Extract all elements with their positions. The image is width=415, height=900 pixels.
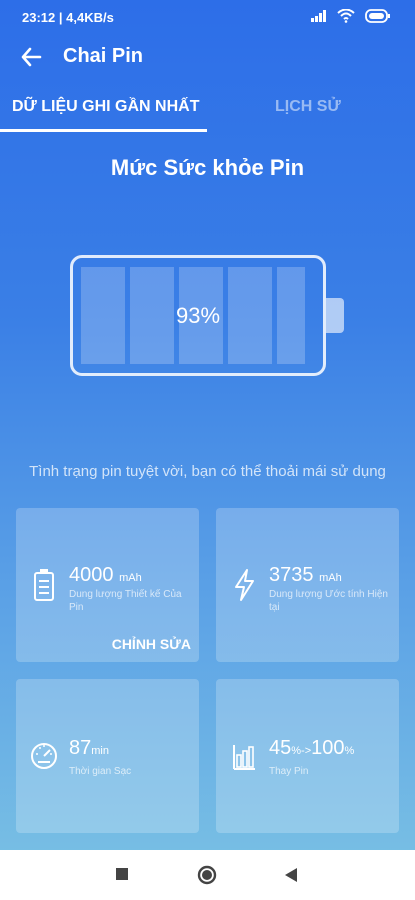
bar-chart-icon <box>233 745 255 770</box>
estimated-capacity-label: Dung lượng Ước tính Hiện tại <box>269 589 388 613</box>
status-bar: 23:12 | 4,4KB/s <box>0 0 415 36</box>
design-capacity-value: 4000 mAh <box>69 564 142 586</box>
square-nav-icon[interactable] <box>115 867 129 881</box>
battery-gauge: 93% <box>70 255 326 376</box>
lightning-icon <box>235 569 254 601</box>
tab-history[interactable]: LỊCH SỬ <box>275 98 341 116</box>
circle-nav-icon[interactable] <box>197 865 217 885</box>
battery-icon <box>34 569 54 601</box>
active-tab-indicator <box>0 129 207 132</box>
signal-icon <box>311 10 326 22</box>
charge-time-value: 87min <box>69 737 109 759</box>
app-bar: Chai Pin <box>0 38 415 78</box>
system-nav-bar <box>0 850 415 900</box>
charge-time-label: Thời gian Sạc <box>69 766 132 777</box>
estimated-capacity-card: 3735 mAh Dung lượng Ước tính Hiện tại <box>216 508 399 662</box>
estimated-capacity-value: 3735 mAh <box>269 564 342 586</box>
replace-battery-value: 45%->100% <box>269 737 355 759</box>
tab-bar: DỮ LIỆU GHI GẦN NHẤT LỊCH SỬ <box>0 90 415 132</box>
tab-recent-data[interactable]: DỮ LIỆU GHI GẦN NHẤT <box>12 98 200 116</box>
status-icons <box>311 9 391 23</box>
back-arrow-icon[interactable] <box>20 46 42 68</box>
replace-battery-card: 45%->100% Thay Pin <box>216 679 399 833</box>
status-left: 23:12 | 4,4KB/s <box>22 10 114 25</box>
edit-button[interactable]: CHỈNH SỬA <box>112 636 191 652</box>
battery-terminal <box>326 298 344 333</box>
page-title: Chai Pin <box>63 45 144 67</box>
status-time: 23:12 <box>22 10 56 25</box>
design-capacity-label: Dung lượng Thiết kế Của Pin <box>69 589 182 613</box>
health-heading: Mức Sức khỏe Pin <box>110 155 305 180</box>
triangle-back-nav-icon[interactable] <box>284 867 298 883</box>
health-message: Tình trạng pin tuyệt vời, bạn có thể tho… <box>29 463 386 480</box>
charge-time-card: 87min Thời gian Sạc <box>16 679 199 833</box>
wifi-icon <box>337 9 355 23</box>
speedometer-icon <box>31 743 57 769</box>
battery-status-icon <box>365 9 390 23</box>
battery-health-screen: 23:12 | 4,4KB/s Chai Pin DỮ LIỆU GHI GẦN… <box>0 0 415 900</box>
status-speed: 4,4KB/s <box>66 10 114 25</box>
design-capacity-card: 4000 mAh Dung lượng Thiết kế Của Pin CHỈ… <box>16 508 199 662</box>
replace-battery-label: Thay Pin <box>269 766 309 777</box>
battery-health-percent: 93% <box>175 303 221 328</box>
